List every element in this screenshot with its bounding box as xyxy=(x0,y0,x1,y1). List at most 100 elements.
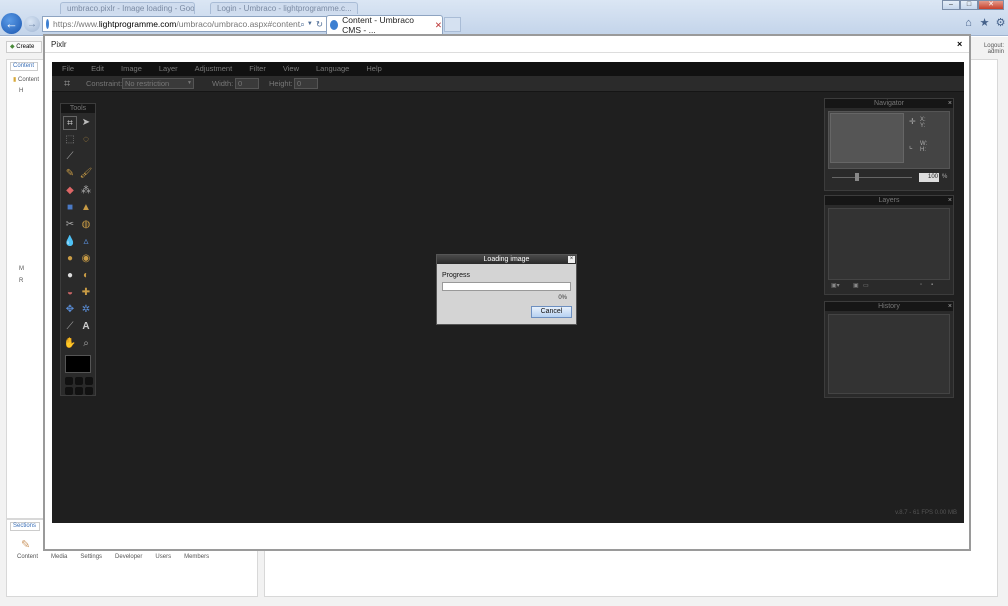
marquee-tool-icon[interactable]: ⬚ xyxy=(63,133,77,147)
menu-filter[interactable]: Filter xyxy=(249,62,266,76)
minimize-button[interactable]: – xyxy=(942,0,960,10)
drop-tool-icon[interactable]: 💧 xyxy=(63,235,77,249)
pinch-tool-icon[interactable]: ✲ xyxy=(79,303,93,317)
zoom-tool-icon[interactable]: ⌕ xyxy=(79,337,93,351)
home-icon[interactable]: ⌂ xyxy=(962,17,975,30)
section-developer[interactable]: Developer xyxy=(115,554,142,562)
gear-icon[interactable]: ⚙ xyxy=(994,17,1007,30)
menu-adjustment[interactable]: Adjustment xyxy=(195,62,233,76)
progress-bar xyxy=(442,282,571,291)
tree-item[interactable]: M xyxy=(19,266,24,272)
progress-label: Progress xyxy=(442,272,471,279)
height-input[interactable]: 0 xyxy=(294,78,318,89)
wand-tool-icon[interactable]: ⟋ xyxy=(63,150,77,164)
gradient-tool-icon[interactable]: ■ xyxy=(63,201,77,215)
menu-image[interactable]: Image xyxy=(121,62,142,76)
lasso-tool-icon[interactable]: ◌ xyxy=(79,133,93,147)
section-settings[interactable]: Settings xyxy=(80,554,102,562)
menu-edit[interactable]: Edit xyxy=(91,62,104,76)
refresh-icon[interactable]: ↻ xyxy=(316,19,323,30)
move-tool-icon[interactable]: ➤ xyxy=(79,116,93,130)
bloat-tool-icon[interactable]: ✥ xyxy=(63,303,77,317)
color-replace-icon[interactable]: ◍ xyxy=(79,218,93,232)
content-section-icon[interactable]: ✎ xyxy=(21,538,35,551)
zoom-input[interactable]: 100 xyxy=(919,173,939,182)
menu-layer[interactable]: Layer xyxy=(159,62,178,76)
type-tool-icon[interactable]: A xyxy=(79,320,93,334)
delete-layer-icon[interactable]: ▪ xyxy=(931,282,933,288)
navigator-thumb[interactable] xyxy=(830,113,904,163)
layer-folder-icon[interactable]: ▭ xyxy=(863,282,869,289)
layers-list xyxy=(828,208,950,280)
close-window-button[interactable]: ✕ xyxy=(978,0,1004,10)
section-media[interactable]: Media xyxy=(51,554,67,562)
zoom-unit: % xyxy=(942,174,948,180)
background-tab[interactable]: Login - Umbraco - lightprogramme.c... xyxy=(210,2,358,14)
tree-item[interactable]: H xyxy=(19,88,23,94)
section-content[interactable]: Content xyxy=(17,554,38,562)
browser-chrome: umbraco.pixlr - Image loading - Goo... L… xyxy=(0,0,1008,36)
section-members[interactable]: Members xyxy=(184,554,209,562)
layer-settings-icon[interactable]: ▣▾ xyxy=(831,282,840,289)
palette-grid[interactable] xyxy=(65,377,93,395)
smudge-tool-icon[interactable]: ● xyxy=(63,252,77,266)
redeye-tool-icon[interactable]: ◒ xyxy=(63,286,77,300)
eraser-tool-icon[interactable]: ◆ xyxy=(63,184,77,198)
menu-help[interactable]: Help xyxy=(366,62,381,76)
history-list xyxy=(828,314,950,394)
tree-root[interactable]: ▮ Content xyxy=(13,76,39,83)
tab-content[interactable]: Content xyxy=(10,62,38,71)
search-icon[interactable]: ⌕ xyxy=(300,19,305,30)
layers-panel: Layers × ▣▾ ▣ ▭ ▫ ▪ xyxy=(824,195,954,295)
layer-mask-icon[interactable]: ▣ xyxy=(853,282,859,289)
clone-tool-icon[interactable]: ✂ xyxy=(63,218,77,232)
brush-tool-icon[interactable]: 🖌 xyxy=(79,167,93,181)
navigator-close-icon[interactable]: × xyxy=(948,99,952,108)
forward-arrow-icon[interactable]: → xyxy=(24,16,40,32)
dodge-tool-icon[interactable]: ◐ xyxy=(79,269,93,283)
tab-content-umbraco[interactable]: Content - Umbraco CMS - ... ✕ xyxy=(326,15,443,35)
modal-close-button[interactable]: × xyxy=(957,39,962,49)
dialog-close-icon[interactable]: × xyxy=(568,256,575,263)
loading-dialog: Loading image × Progress 0% Cancel xyxy=(436,254,577,325)
menu-view[interactable]: View xyxy=(283,62,299,76)
height-label: Height: xyxy=(269,79,293,88)
constraint-select[interactable]: No restriction ▼ xyxy=(122,78,194,89)
bucket-tool-icon[interactable]: ▲ xyxy=(79,201,93,215)
address-bar[interactable]: https://www. lightprogramme.com /umbraco… xyxy=(42,16,327,32)
hand-tool-icon[interactable]: ✋ xyxy=(63,337,77,351)
menu-language[interactable]: Language xyxy=(316,62,349,76)
crop-icon: ⌗ xyxy=(64,78,71,90)
pencil-tool-icon[interactable]: ✎ xyxy=(63,167,77,181)
zoom-slider[interactable] xyxy=(832,177,912,178)
new-tab-button[interactable] xyxy=(444,17,461,32)
width-input[interactable]: 0 xyxy=(235,78,259,89)
sponge-tool-icon[interactable]: ◉ xyxy=(79,252,93,266)
color-picker-icon[interactable]: ⟋ xyxy=(63,320,77,334)
crop-tool-icon[interactable]: ⌗ xyxy=(63,116,77,130)
background-tab[interactable]: umbraco.pixlr - Image loading - Goo... xyxy=(60,2,195,14)
new-layer-icon[interactable]: ▫ xyxy=(920,282,922,288)
address-path: /umbraco/umbraco.aspx#content xyxy=(176,19,301,29)
layers-close-icon[interactable]: × xyxy=(948,196,952,205)
tree-item[interactable]: R xyxy=(19,278,23,284)
history-close-icon[interactable]: × xyxy=(948,302,952,311)
spot-heal-icon[interactable]: ✚ xyxy=(79,286,93,300)
back-arrow-icon[interactable]: ← xyxy=(1,13,22,34)
star-icon[interactable]: ★ xyxy=(978,17,991,30)
spray-tool-icon[interactable]: ⁂ xyxy=(79,184,93,198)
menu-file[interactable]: File xyxy=(62,62,74,76)
sharpen-tool-icon[interactable]: ▵ xyxy=(79,235,93,249)
maximize-button[interactable]: □ xyxy=(960,0,978,10)
position-icon: ✛ xyxy=(909,117,916,126)
zoom-slider-handle[interactable] xyxy=(855,173,859,181)
cancel-button[interactable]: Cancel xyxy=(531,306,572,318)
create-button[interactable]: ◆ Create xyxy=(6,41,42,53)
section-users[interactable]: Users xyxy=(155,554,171,562)
burn-tool-icon[interactable]: ● xyxy=(63,269,77,283)
color-swatch[interactable] xyxy=(65,355,91,373)
nav-h: H: xyxy=(920,147,926,153)
logout-link[interactable]: Logout: admin xyxy=(970,43,1004,55)
dropdown-icon[interactable]: ▼ xyxy=(307,21,313,27)
tab-close-icon[interactable]: ✕ xyxy=(435,20,442,31)
